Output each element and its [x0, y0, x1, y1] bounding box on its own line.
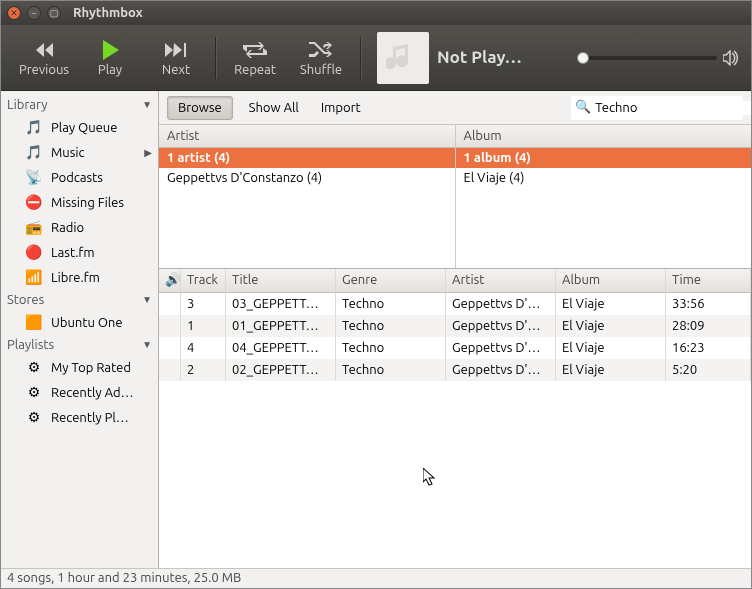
speaker-icon	[723, 50, 741, 66]
track-row[interactable]: 303_GEPPETT…TechnoGeppettvs D'…El Viaje3…	[159, 293, 751, 315]
col-genre[interactable]: Genre	[336, 269, 446, 292]
window-minimize-button[interactable]: –	[27, 6, 41, 20]
sidebar: Library▼🎵Play Queue🎵Music▶📡Podcasts⛔Miss…	[1, 91, 159, 568]
play-button[interactable]: Play	[77, 28, 143, 88]
source-icon: 📡	[25, 169, 43, 186]
title-bar: ✕ – ▢ Rhythmbox	[1, 1, 751, 25]
sidebar-section-stores[interactable]: Stores▼	[1, 290, 158, 310]
browser-panes: Artist 1 artist (4)Geppettvs D'Constanzo…	[159, 125, 751, 269]
col-time[interactable]: Time	[666, 269, 751, 292]
window-title: Rhythmbox	[73, 6, 143, 20]
sidebar-item-music[interactable]: 🎵Music▶	[1, 140, 158, 165]
action-bar: Browse Show All Import 🔍 ✕	[159, 91, 751, 125]
track-row[interactable]: 404_GEPPETT…TechnoGeppettvs D'…El Viaje1…	[159, 337, 751, 359]
browse-button[interactable]: Browse	[167, 96, 233, 120]
shuffle-label: Shuffle	[300, 63, 342, 77]
track-row[interactable]: 202_GEPPETT…TechnoGeppettvs D'…El Viaje5…	[159, 359, 751, 381]
col-nowplaying[interactable]: 🔊	[159, 269, 181, 292]
sidebar-item-podcasts[interactable]: 📡Podcasts	[1, 165, 158, 190]
sidebar-item-radio[interactable]: 📻Radio	[1, 215, 158, 240]
repeat-button[interactable]: Repeat	[222, 28, 288, 88]
toolbar-separator	[360, 37, 361, 79]
sidebar-item-ubuntu-one[interactable]: 🟧Ubuntu One	[1, 310, 158, 335]
search-icon: 🔍	[575, 100, 591, 115]
sidebar-item-libre-fm[interactable]: 📶Libre.fm	[1, 265, 158, 290]
source-icon: 🔴	[25, 244, 43, 261]
search-box[interactable]: 🔍 ✕	[571, 96, 743, 120]
search-input[interactable]	[591, 101, 751, 115]
next-label: Next	[162, 63, 190, 77]
volume-slider[interactable]	[577, 56, 717, 60]
import-button[interactable]: Import	[315, 97, 367, 119]
show-all-button[interactable]: Show All	[243, 97, 305, 119]
album-row[interactable]: 1 album (4)	[456, 148, 752, 168]
sidebar-section-library[interactable]: Library▼	[1, 95, 158, 115]
source-icon: 🎵	[25, 144, 43, 161]
sidebar-section-playlists[interactable]: Playlists▼	[1, 335, 158, 355]
artist-pane: Artist 1 artist (4)Geppettvs D'Constanzo…	[159, 125, 456, 268]
next-button[interactable]: Next	[143, 28, 209, 88]
now-playing: Not Play…	[377, 32, 522, 84]
sidebar-item-recently-pl-[interactable]: ⚙Recently Pl…	[1, 405, 158, 430]
now-playing-status: Not Play…	[437, 48, 522, 67]
content-area: Browse Show All Import 🔍 ✕ Artist 1 arti…	[159, 91, 751, 568]
main-area: Library▼🎵Play Queue🎵Music▶📡Podcasts⛔Miss…	[1, 91, 751, 568]
col-title[interactable]: Title	[226, 269, 336, 292]
track-list: 🔊 Track Title Genre Artist Album Time 30…	[159, 269, 751, 568]
album-art-placeholder	[377, 32, 429, 84]
previous-label: Previous	[19, 63, 69, 77]
repeat-icon	[241, 39, 269, 61]
col-artist[interactable]: Artist	[446, 269, 556, 292]
source-icon: ⚙	[25, 384, 43, 401]
artist-header[interactable]: Artist	[159, 125, 455, 148]
track-row[interactable]: 101_GEPPETT…TechnoGeppettvs D'…El Viaje2…	[159, 315, 751, 337]
sidebar-item-my-top-rated[interactable]: ⚙My Top Rated	[1, 355, 158, 380]
col-album[interactable]: Album	[556, 269, 666, 292]
source-icon: 📻	[25, 219, 43, 236]
sidebar-item-missing-files[interactable]: ⛔Missing Files	[1, 190, 158, 215]
toolbar-separator	[215, 37, 216, 79]
repeat-label: Repeat	[234, 63, 276, 77]
source-icon: ⚙	[25, 409, 43, 426]
play-label: Play	[98, 63, 122, 77]
source-icon: ⛔	[25, 194, 43, 211]
volume-thumb[interactable]	[577, 52, 589, 64]
source-icon: 🟧	[25, 314, 43, 331]
shuffle-button[interactable]: Shuffle	[288, 28, 354, 88]
volume-control[interactable]	[577, 50, 741, 66]
shuffle-icon	[307, 39, 335, 61]
album-row[interactable]: El Viaje (4)	[456, 168, 752, 188]
album-header[interactable]: Album	[456, 125, 752, 148]
toolbar: Previous Play Next Repeat Shuffle Not Pl…	[1, 25, 751, 91]
album-pane: Album 1 album (4)El Viaje (4)	[456, 125, 752, 268]
artist-row[interactable]: Geppettvs D'Constanzo (4)	[159, 168, 455, 188]
source-icon: ⚙	[25, 359, 43, 376]
artist-row[interactable]: 1 artist (4)	[159, 148, 455, 168]
status-bar: 4 songs, 1 hour and 23 minutes, 25.0 MB	[1, 568, 751, 588]
sidebar-item-last-fm[interactable]: 🔴Last.fm	[1, 240, 158, 265]
previous-icon	[30, 39, 58, 61]
track-header-row: 🔊 Track Title Genre Artist Album Time	[159, 269, 751, 293]
col-track[interactable]: Track	[181, 269, 226, 292]
source-icon: 📶	[25, 269, 43, 286]
sidebar-item-recently-ad-[interactable]: ⚙Recently Ad…	[1, 380, 158, 405]
next-icon	[162, 39, 190, 61]
window-close-button[interactable]: ✕	[7, 6, 21, 20]
play-icon	[96, 39, 124, 61]
previous-button[interactable]: Previous	[11, 28, 77, 88]
sidebar-item-play-queue[interactable]: 🎵Play Queue	[1, 115, 158, 140]
window-maximize-button[interactable]: ▢	[47, 6, 61, 20]
source-icon: 🎵	[25, 119, 43, 136]
